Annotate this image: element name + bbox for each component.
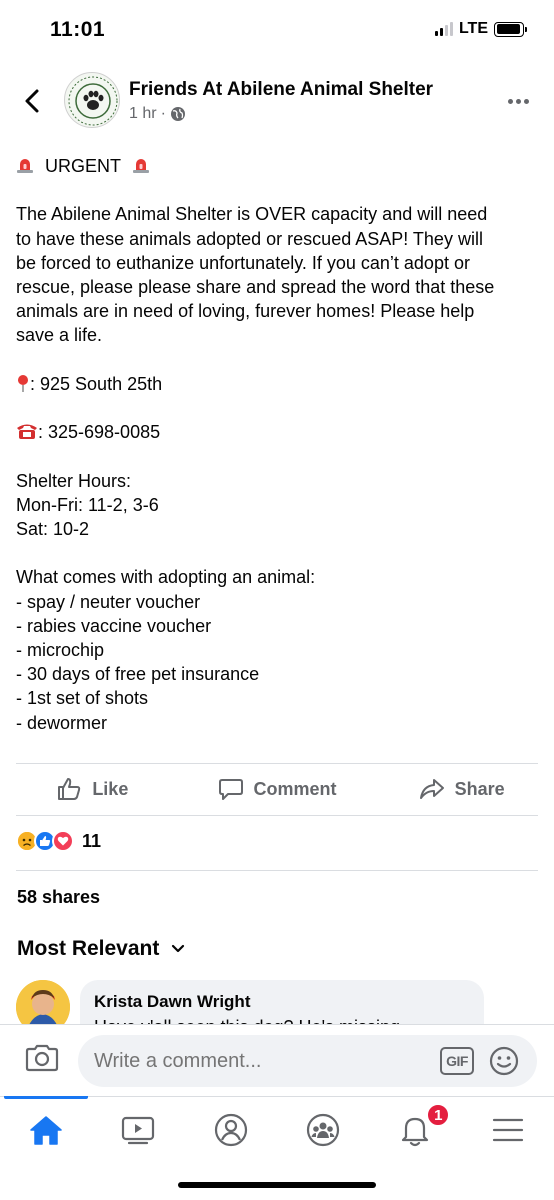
tab-watch[interactable] [92, 1097, 184, 1162]
signal-icon [434, 22, 453, 36]
hours-line: Mon-Fri: 11-2, 3-6 [16, 494, 159, 515]
watch-icon [122, 1116, 155, 1144]
back-button[interactable] [18, 86, 48, 116]
comment-label: Comment [253, 778, 337, 799]
pin-icon [18, 374, 28, 392]
post-line: be forced to euthanize unfortunately. If… [16, 252, 470, 273]
love-reaction-icon [52, 830, 74, 852]
status-time: 11:01 [50, 18, 106, 41]
divider [16, 870, 538, 871]
emoji-button[interactable] [488, 1045, 520, 1077]
chevron-left-icon [25, 89, 39, 113]
tab-home[interactable] [0, 1096, 92, 1162]
benefit-item: - 30 days of free pet insurance [16, 664, 260, 685]
address-line: : 925 South 25th [16, 372, 541, 396]
camera-button[interactable] [24, 1043, 60, 1073]
groups-icon [307, 1113, 340, 1146]
notification-badge: 1 [426, 1103, 451, 1127]
benefit-item: - dewormer [16, 712, 108, 733]
status-indicators: LTE [434, 20, 527, 38]
page-name[interactable]: Friends At Abilene Animal Shelter [129, 79, 433, 101]
urgent-label: URGENT [45, 156, 122, 176]
share-button[interactable]: Share [369, 764, 554, 814]
adoption-benefits: What comes with adopting an animal: - sp… [16, 565, 541, 734]
post-line: animals are in need of loving, furever h… [16, 301, 475, 322]
comment-button[interactable]: Comment [185, 764, 370, 814]
tab-profile[interactable] [185, 1097, 277, 1162]
bottom-tab-bar: 1 [0, 1096, 554, 1162]
share-icon [419, 779, 444, 799]
status-bar: 11:01 LTE [0, 0, 554, 62]
battery-icon [494, 21, 527, 37]
post-body: URGENT The Abilene Animal Shelter is OVE… [16, 154, 541, 735]
home-icon [30, 1115, 62, 1145]
post-line: save a life. [16, 325, 103, 346]
shares-count[interactable]: 58 shares [17, 887, 100, 908]
chevron-down-icon [172, 944, 185, 953]
comment-icon [218, 779, 243, 800]
telephone-icon [17, 424, 37, 440]
phone-line: : 325-698-0085 [16, 420, 541, 444]
tab-menu[interactable] [462, 1097, 554, 1162]
post-line: to have these animals adopted or rescued… [16, 228, 483, 249]
post-actions: Like Comment Share [0, 764, 554, 814]
network-label: LTE [458, 20, 488, 37]
globe-icon [170, 107, 185, 121]
camera-icon [25, 1044, 59, 1072]
reaction-count: 11 [82, 830, 102, 851]
comment-sort-dropdown[interactable]: Most Relevant [17, 937, 185, 961]
siren-icon [133, 159, 150, 173]
thumbs-up-icon [58, 778, 81, 800]
post-header: Friends At Abilene Animal Shelter 1 hr · [0, 66, 554, 138]
post-message: The Abilene Animal Shelter is OVER capac… [16, 202, 541, 347]
comment-composer: GIF [0, 1024, 554, 1096]
post-time[interactable]: 1 hr [129, 105, 157, 123]
menu-icon [492, 1118, 523, 1141]
share-label: Share [454, 778, 505, 799]
more-options-button[interactable] [508, 96, 532, 106]
comment-sort-label: Most Relevant [17, 937, 160, 960]
benefit-item: - 1st set of shots [16, 688, 149, 709]
gif-button[interactable]: GIF [440, 1047, 474, 1075]
hours-line: Shelter Hours: [16, 470, 132, 491]
paw-logo-icon [68, 76, 118, 126]
like-label: Like [92, 778, 129, 799]
tab-notifications[interactable]: 1 [369, 1097, 461, 1162]
divider [16, 815, 538, 816]
like-button[interactable]: Like [0, 764, 185, 814]
comment-author[interactable]: Krista Dawn Wright [94, 992, 470, 1012]
post-line: rescue, please please share and spread t… [16, 277, 495, 297]
reactions-summary[interactable]: 11 [16, 830, 101, 852]
shelter-hours: Shelter Hours: Mon-Fri: 11-2, 3-6 Sat: 1… [16, 469, 541, 542]
post-line: The Abilene Animal Shelter is OVER capac… [16, 204, 488, 225]
siren-icon [17, 159, 33, 173]
page-avatar[interactable] [64, 72, 120, 128]
benefit-item: - rabies vaccine voucher [16, 615, 212, 636]
profile-icon [214, 1113, 247, 1146]
tab-groups[interactable] [277, 1097, 369, 1162]
benefit-item: - microchip [16, 639, 105, 660]
address-text: : 925 South 25th [30, 373, 163, 394]
benefits-title: What comes with adopting an animal: [16, 567, 316, 588]
home-indicator[interactable] [178, 1182, 376, 1188]
urgent-line: URGENT [16, 154, 541, 178]
hours-line: Sat: 10-2 [16, 518, 90, 539]
benefit-item: - spay / neuter voucher [16, 591, 201, 612]
post-meta: 1 hr · [129, 105, 186, 123]
phone-text[interactable]: : 325-698-0085 [38, 422, 160, 442]
meta-separator: · [160, 105, 166, 122]
smiley-icon [489, 1046, 519, 1076]
